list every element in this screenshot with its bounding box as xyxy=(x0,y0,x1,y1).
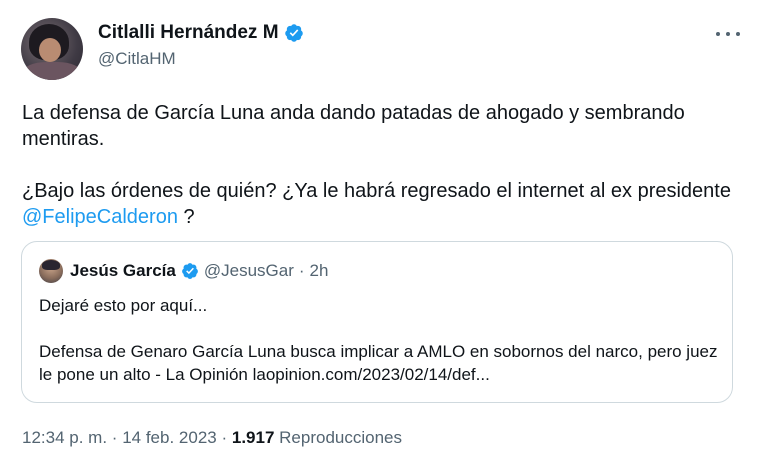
more-horizontal-icon xyxy=(716,32,720,36)
quoted-line-2: Defensa de Genaro García Luna busca impl… xyxy=(39,342,718,384)
quoted-tweet[interactable]: Jesús García @JesusGar · 2h Dejaré esto … xyxy=(21,241,733,403)
quoted-author-avatar[interactable] xyxy=(39,259,63,283)
verified-badge-icon xyxy=(181,263,198,279)
tweet-text: La defensa de García Luna anda dando pat… xyxy=(22,100,742,256)
verified-badge-icon xyxy=(284,24,303,42)
author-handle[interactable]: @CitlaHM xyxy=(98,49,176,69)
quoted-author-handle[interactable]: @JesusGar xyxy=(204,261,294,281)
separator-dot: · xyxy=(298,261,305,280)
views-count: 1.917 xyxy=(231,428,275,447)
quoted-tweet-header: Jesús García @JesusGar · 2h xyxy=(39,259,328,283)
author-display-name[interactable]: Citlalli Hernández M xyxy=(98,22,279,44)
tweet-time[interactable]: 12:34 p. m. xyxy=(22,428,107,447)
author-avatar[interactable] xyxy=(21,18,83,80)
author-name-row: Citlalli Hernández M xyxy=(98,22,304,44)
separator-dot: · xyxy=(111,428,118,447)
separator-dot: · xyxy=(221,428,228,447)
tweet-card: Citlalli Hernández M @CitlaHM La defensa… xyxy=(0,0,768,469)
more-options-button[interactable] xyxy=(716,28,740,40)
tweet-date[interactable]: 14 feb. 2023 xyxy=(122,428,217,447)
quoted-tweet-time[interactable]: 2h xyxy=(310,261,329,281)
mention-link[interactable]: @FelipeCalderon xyxy=(22,206,178,228)
quoted-line-1: Dejaré esto por aquí... xyxy=(39,296,208,315)
quoted-tweet-text: Dejaré esto por aquí... Defensa de Genar… xyxy=(39,294,719,409)
views-label: Reproducciones xyxy=(279,428,403,447)
quoted-author-name[interactable]: Jesús García xyxy=(70,261,176,281)
tweet-footer: 12:34 p. m. · 14 feb. 2023 · 1.917 Repro… xyxy=(22,428,402,448)
tweet-paragraph-2: ¿Bajo las órdenes de quién? ¿Ya le habrá… xyxy=(22,180,731,228)
tweet-paragraph-1: La defensa de García Luna anda dando pat… xyxy=(22,102,685,150)
